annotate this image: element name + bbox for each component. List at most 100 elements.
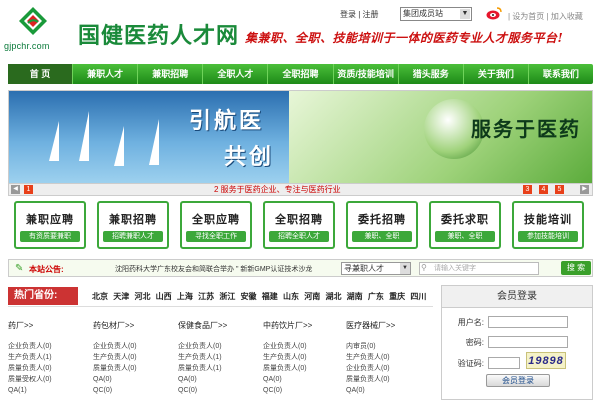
list-item[interactable]: 生产负责人(1): [178, 352, 258, 363]
banner-title-right: 服务于医药: [471, 119, 581, 141]
list-item[interactable]: 企业负责人(0): [346, 363, 426, 374]
notice-marquee[interactable]: 沈阳药科大学广东校友会和简联合举办 " 新新GMP认证技术沙龙: [115, 264, 312, 274]
password-label: 密码:: [465, 338, 484, 347]
password-field[interactable]: [488, 336, 568, 348]
quick-button-title: 委托求职: [441, 213, 489, 226]
quick-button-title: 全职应聘: [192, 213, 240, 226]
nav-item-parttime-talent[interactable]: 兼职人才: [73, 64, 139, 84]
list-item[interactable]: QC(0): [93, 385, 173, 396]
list-item[interactable]: 质量负责人(0): [263, 363, 343, 374]
list-item[interactable]: 生产负责人(1): [8, 352, 88, 363]
banner-page-button[interactable]: 1: [24, 185, 33, 194]
category-column: 保健食品厂>> 企业负责人(0) 生产负责人(1) 质量负责人(1) QA(0)…: [178, 320, 258, 396]
list-item[interactable]: 质量负责人(1): [178, 363, 258, 374]
banner-page-button[interactable]: 3: [523, 185, 532, 194]
site-select[interactable]: 集团成员站 ▼: [400, 7, 472, 21]
weibo-icon[interactable]: [486, 6, 502, 20]
sail-shape: [149, 119, 159, 165]
captcha-label: 验证码:: [457, 359, 484, 368]
nav-item-training[interactable]: 资质/技能培训: [334, 64, 399, 84]
list-item[interactable]: QA(0): [178, 374, 258, 385]
list-item[interactable]: 质量负责人(0): [8, 363, 88, 374]
province-links[interactable]: 北京 天津 河北 山西 上海 江苏 浙江 安徽 福建 山东 河南 湖北 湖南 广…: [92, 291, 426, 302]
quick-button-fulltime-recruit[interactable]: 全职招聘 招聘全职人才: [263, 201, 335, 249]
slogan: 集兼职、全职、技能培训于一体的医药专业人才服务平台!: [245, 31, 564, 45]
list-item[interactable]: QC(0): [178, 385, 258, 396]
set-home-link[interactable]: 设为首页: [512, 12, 544, 21]
banner-page-button[interactable]: 4: [539, 185, 548, 194]
chevron-left-icon[interactable]: ◀: [11, 185, 20, 194]
logo-icon[interactable]: [18, 6, 48, 36]
list-item[interactable]: 内审员(0): [346, 341, 426, 352]
category-column: 药厂>> 企业负责人(0) 生产负责人(1) 质量负责人(0) 质量受权人(0)…: [8, 320, 88, 396]
category-heading[interactable]: 药厂>>: [8, 320, 88, 331]
separator: |: [358, 10, 361, 19]
banner-title-left: 引航医: [189, 108, 265, 134]
quick-button-title: 全职招聘: [275, 213, 323, 226]
list-item[interactable]: 企业负责人(0): [178, 341, 258, 352]
favorite-link[interactable]: 加入收藏: [551, 12, 583, 21]
list-item[interactable]: QA(0): [346, 385, 426, 396]
top-links: 登录 | 注册: [340, 9, 379, 20]
search-button[interactable]: 搜 索: [561, 261, 591, 275]
username-label: 用户名:: [457, 318, 484, 327]
list-item[interactable]: 企业负责人(0): [93, 341, 173, 352]
banner-control-bar: ◀ 1 2 服务于医药企业、专注与医药行业 3 4 5 ▶: [9, 183, 592, 195]
chevron-right-icon[interactable]: ▶: [580, 185, 589, 194]
list-item[interactable]: 生产负责人(0): [346, 352, 426, 363]
list-item[interactable]: 质量受权人(0): [8, 374, 88, 385]
list-item[interactable]: 生产负责人(0): [263, 352, 343, 363]
list-item[interactable]: 质量负责人(0): [346, 374, 426, 385]
chevron-down-icon: ▼: [400, 263, 410, 274]
nav-item-contact[interactable]: 联系我们: [529, 64, 593, 84]
quick-button-subtitle: 寻找全职工作: [186, 231, 246, 242]
list-item[interactable]: QC(0): [263, 385, 343, 396]
nav-item-home[interactable]: 首 页: [8, 64, 74, 84]
quick-button-fulltime-apply[interactable]: 全职应聘 寻找全职工作: [180, 201, 252, 249]
list-item[interactable]: QA(1): [8, 385, 88, 396]
quick-button-skills-training[interactable]: 技能培训 参加技能培训: [512, 201, 584, 249]
quick-button-entrust-jobsearch[interactable]: 委托求职 兼职、全职: [429, 201, 501, 249]
nav-item-fulltime-talent[interactable]: 全职人才: [203, 64, 269, 84]
register-link[interactable]: 注册: [363, 10, 379, 19]
login-button[interactable]: 会员登录: [486, 374, 550, 387]
quick-button-parttime-apply[interactable]: 兼职应聘 有资质要兼职: [14, 201, 86, 249]
nav-item-fulltime-recruit[interactable]: 全职招聘: [268, 64, 334, 84]
member-login-panel: 会员登录 用户名: 密码: 验证码: 19898 会员登录: [441, 285, 593, 400]
job-type-select-value: 寻兼职人才: [344, 264, 384, 273]
list-item[interactable]: QA(0): [93, 374, 173, 385]
quick-button-parttime-recruit[interactable]: 兼职招聘 招聘兼职人才: [97, 201, 169, 249]
quick-button-title: 技能培训: [524, 213, 572, 226]
category-heading[interactable]: 药包材厂>>: [93, 320, 173, 331]
banner-slideshow[interactable]: 引航医 共创 服务于医药 ◀ 1 2 服务于医药企业、专注与医药行业 3 4 5…: [8, 90, 593, 196]
quick-button-title: 委托招聘: [358, 213, 406, 226]
category-heading[interactable]: 保健食品厂>>: [178, 320, 258, 331]
keyword-search-input[interactable]: 请输入关键字: [419, 262, 539, 275]
banner-caption[interactable]: 2 服务于医药企业、专注与医药行业: [214, 184, 341, 195]
brand-title: 国健医药人才网: [78, 23, 240, 48]
banner-page-button[interactable]: 5: [555, 185, 564, 194]
category-heading[interactable]: 中药饮片厂>>: [263, 320, 343, 331]
quick-button-subtitle: 有资质要兼职: [20, 231, 80, 242]
list-item[interactable]: 企业负责人(0): [8, 341, 88, 352]
list-item[interactable]: 质量负责人(0): [93, 363, 173, 374]
list-item[interactable]: 企业负责人(0): [263, 341, 343, 352]
quick-button-entrust-recruit[interactable]: 委托招聘 兼职、全职: [346, 201, 418, 249]
nav-item-headhunting[interactable]: 猎头服务: [399, 64, 464, 84]
captcha-field[interactable]: [488, 357, 520, 369]
job-type-select[interactable]: 寻兼职人才 ▼: [341, 262, 411, 275]
quick-button-title: 兼职招聘: [109, 213, 157, 226]
username-field[interactable]: [488, 316, 568, 328]
quick-button-subtitle: 兼职、全职: [435, 231, 495, 242]
list-item[interactable]: 生产负责人(0): [93, 352, 173, 363]
chevron-down-icon: ▼: [460, 9, 470, 19]
captcha-image[interactable]: 19898: [526, 352, 566, 369]
nav-item-about[interactable]: 关于我们: [464, 64, 529, 84]
login-link[interactable]: 登录: [340, 10, 356, 19]
sail-shape: [79, 111, 89, 161]
nav-item-parttime-recruit[interactable]: 兼职招聘: [138, 64, 204, 84]
login-title: 会员登录: [442, 286, 592, 308]
list-item[interactable]: QA(0): [263, 374, 343, 385]
quick-button-title: 兼职应聘: [26, 213, 74, 226]
category-heading[interactable]: 医疗器械厂>>: [346, 320, 426, 331]
